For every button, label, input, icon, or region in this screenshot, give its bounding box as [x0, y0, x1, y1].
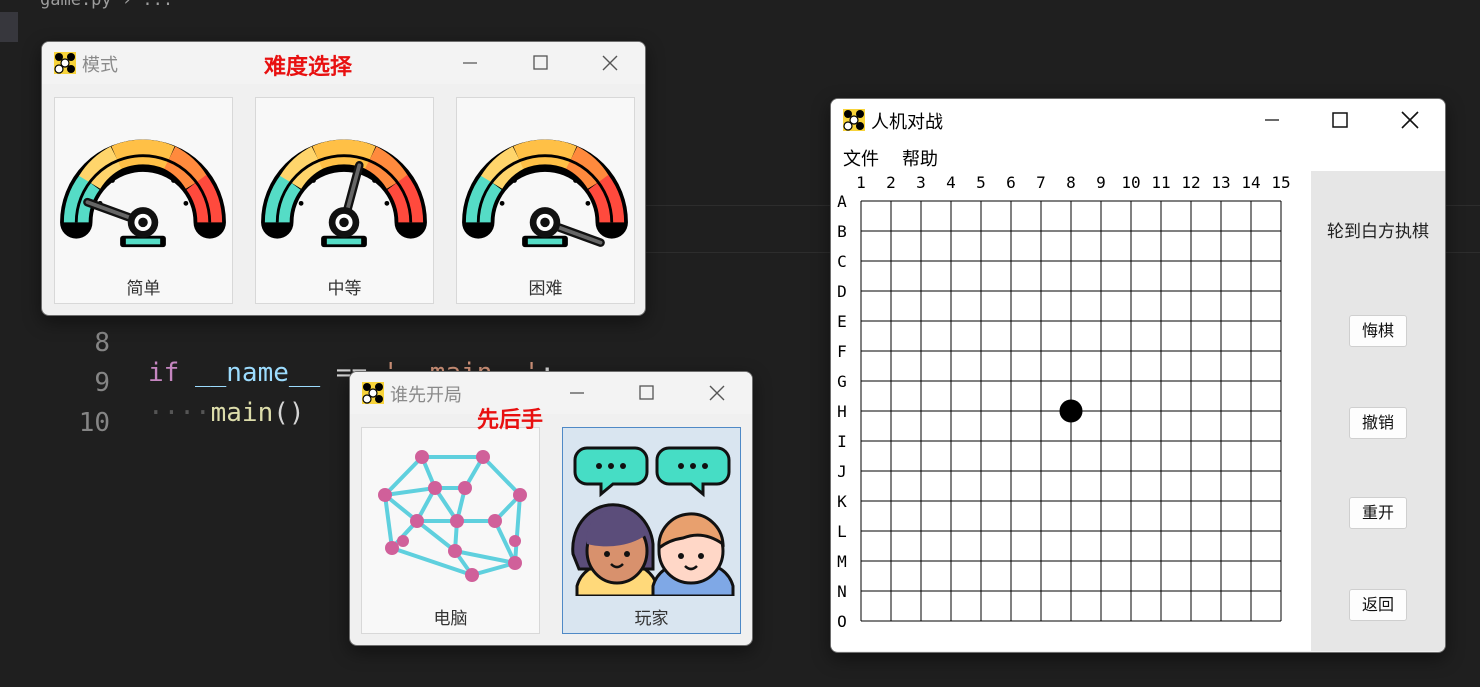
computer-first-option[interactable]: 电脑 — [361, 427, 540, 634]
title-bar[interactable]: 人机对战 — [831, 99, 1445, 141]
line-number: 10 — [78, 408, 110, 438]
game-window[interactable]: 人机对战 文件 帮助 1 2 3 4 5 6 7 8 9 10 11 12 13 14 15 A B C D E F G H… — [830, 98, 1446, 653]
row-label: A — [837, 192, 847, 211]
minimize-button[interactable] — [455, 48, 485, 78]
breadcrumb[interactable]: game.py › ... — [40, 0, 173, 10]
close-button[interactable] — [1395, 105, 1425, 135]
close-icon — [709, 385, 725, 401]
side-panel: 轮到白方执棋 悔棋 撤销 重开 返回 — [1311, 171, 1445, 651]
row-label: I — [837, 432, 847, 451]
board-grid[interactable]: 1 2 3 4 5 6 7 8 9 10 11 12 13 14 15ABCDEFGHIJKLMNO — [831, 171, 1311, 651]
column-label: 3 — [916, 173, 926, 192]
turn-status: 轮到白方执棋 — [1327, 222, 1429, 242]
row-label: J — [837, 462, 847, 481]
window-title: 模式 — [82, 55, 118, 76]
window-title: 人机对战 — [871, 112, 943, 133]
column-label: 10 — [1121, 173, 1140, 192]
difficulty-medium-option[interactable]: 中等 — [255, 97, 434, 304]
row-label: O — [837, 612, 847, 631]
option-label: 玩家 — [634, 609, 669, 629]
back-button[interactable]: 返回 — [1349, 589, 1407, 621]
speedometer-mid-icon — [258, 108, 430, 251]
column-label: 12 — [1181, 173, 1200, 192]
column-label: 1 — [856, 173, 866, 192]
close-icon — [1401, 111, 1419, 129]
option-label: 中等 — [327, 279, 362, 299]
column-label: 2 — [886, 173, 896, 192]
maximize-icon — [1332, 112, 1348, 128]
maximize-icon — [533, 55, 548, 70]
close-button[interactable] — [702, 378, 732, 408]
title-bar[interactable]: 模式 难度选择 — [42, 42, 645, 84]
gomoku-app-icon — [843, 109, 865, 131]
column-label: 7 — [1036, 173, 1046, 192]
speedometer-low-icon — [57, 108, 229, 251]
first-move-window[interactable]: 谁先开局 先后手 电脑 玩家 — [349, 371, 753, 646]
maximize-icon — [639, 385, 654, 400]
chatting-people-icon — [571, 446, 735, 596]
window-title: 谁先开局 — [390, 385, 462, 406]
difficulty-window[interactable]: 模式 难度选择 简单 中等 困难 — [41, 41, 646, 316]
column-label: 6 — [1006, 173, 1016, 192]
maximize-button[interactable] — [525, 48, 555, 78]
minimize-button[interactable] — [1257, 105, 1287, 135]
row-label: G — [837, 372, 847, 391]
option-label: 困难 — [528, 279, 563, 299]
black-stone — [1059, 399, 1083, 423]
row-label: D — [837, 282, 847, 301]
row-label: F — [837, 342, 847, 361]
player-first-option[interactable]: 玩家 — [562, 427, 741, 634]
row-label: B — [837, 222, 847, 241]
column-label: 14 — [1241, 173, 1260, 192]
close-icon — [602, 55, 618, 71]
column-label: 11 — [1151, 173, 1170, 192]
maximize-button[interactable] — [631, 378, 661, 408]
row-label: N — [837, 582, 847, 601]
column-label: 4 — [946, 173, 956, 192]
difficulty-hard-option[interactable]: 困难 — [456, 97, 635, 304]
row-label: K — [837, 492, 847, 511]
row-label: H — [837, 402, 847, 421]
option-label: 简单 — [126, 279, 161, 299]
difficulty-easy-option[interactable]: 简单 — [54, 97, 233, 304]
minimize-button[interactable] — [562, 378, 592, 408]
first-move-caption: 先后手 — [477, 408, 544, 433]
neural-network-icon — [378, 450, 527, 582]
menu-file[interactable]: 文件 — [843, 145, 879, 171]
row-label: L — [837, 522, 847, 541]
close-button[interactable] — [595, 48, 625, 78]
option-label: 电脑 — [433, 609, 468, 629]
column-label: 8 — [1066, 173, 1076, 192]
minimize-icon — [570, 392, 584, 394]
column-label: 15 — [1271, 173, 1290, 192]
minimize-icon — [463, 62, 477, 64]
gomoku-board[interactable]: 1 2 3 4 5 6 7 8 9 10 11 12 13 14 15 A B C D E F G H I J K L M N O — [831, 171, 1311, 651]
restart-button[interactable]: 重开 — [1349, 497, 1407, 529]
column-label: 9 — [1096, 173, 1106, 192]
maximize-button[interactable] — [1325, 105, 1355, 135]
column-label: 13 — [1211, 173, 1230, 192]
difficulty-caption: 难度选择 — [264, 55, 353, 80]
minimize-icon — [1265, 119, 1279, 121]
row-label: M — [837, 552, 847, 571]
gomoku-app-icon — [362, 382, 384, 404]
column-label: 5 — [976, 173, 986, 192]
undo-move-button[interactable]: 悔棋 — [1349, 315, 1407, 347]
gomoku-app-icon — [54, 52, 76, 74]
row-label: E — [837, 312, 847, 331]
title-bar[interactable]: 谁先开局 先后手 — [350, 372, 752, 433]
revoke-button[interactable]: 撤销 — [1349, 407, 1407, 439]
menu-help[interactable]: 帮助 — [902, 145, 938, 171]
row-label: C — [837, 252, 847, 271]
speedometer-high-icon — [459, 108, 631, 251]
menu-bar: 文件 帮助 — [831, 141, 1445, 171]
